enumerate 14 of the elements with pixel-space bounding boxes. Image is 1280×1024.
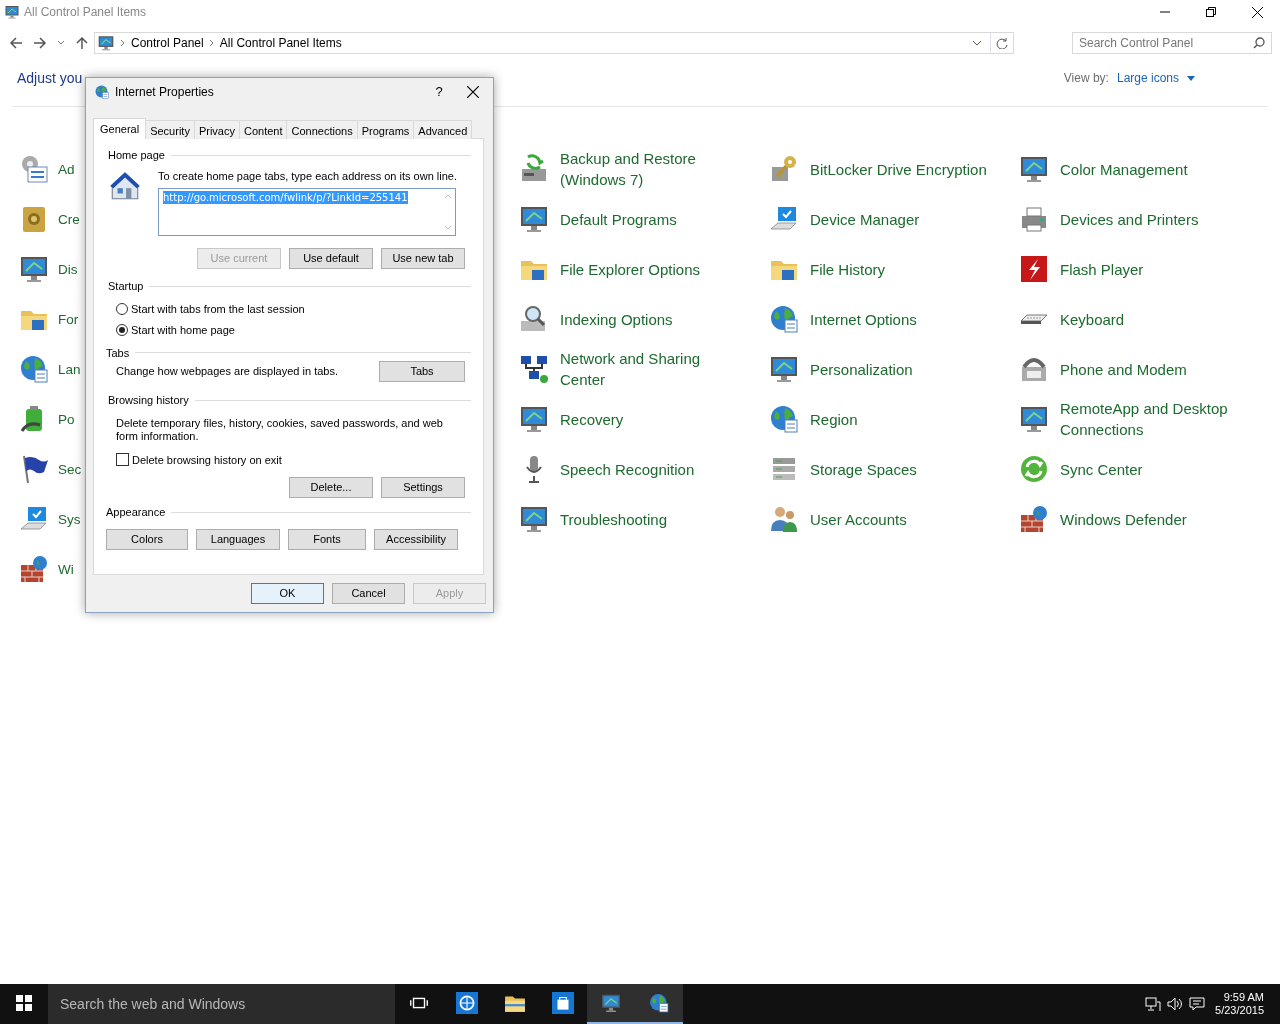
clock-time: 9:59 AM <box>1222 991 1264 1004</box>
instruction-text: To create home page tabs, type each address on its own line. <box>158 168 457 184</box>
view-by-label: View by: <box>1063 70 1109 87</box>
section-heading: Tabs <box>106 345 130 361</box>
section-heading: Startup <box>108 279 144 294</box>
tabs-description: Change how webpages are displayed in tabs. <box>116 364 338 380</box>
dialog-title: Internet Properties <box>115 84 215 101</box>
clock-date: 5/23/2015 <box>1215 1004 1264 1017</box>
window-title: All Control Panel Items <box>24 4 148 21</box>
section-heading: Home page <box>108 148 165 163</box>
section-heading: Browsing history <box>108 393 189 408</box>
section-heading: Appearance <box>106 505 166 520</box>
page-heading: Adjust you <box>17 68 83 88</box>
history-description: Delete temporary files, history, cookies, saved passwords, and web form information. <box>116 416 444 443</box>
